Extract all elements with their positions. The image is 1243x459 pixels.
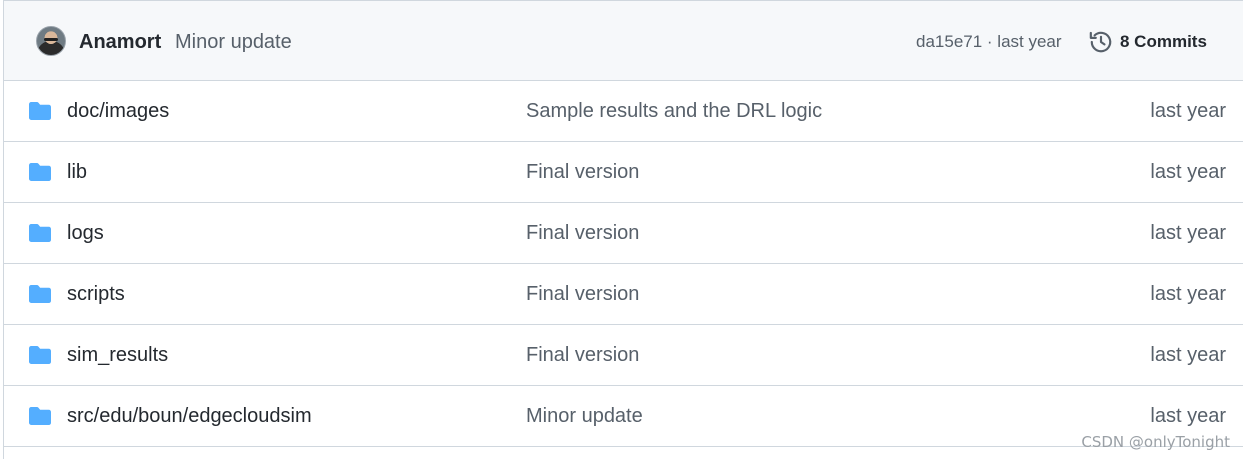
commits-count: 8 Commits [1120,32,1207,51]
folder-icon [28,101,52,121]
file-row[interactable]: lib Final version last year [4,142,1243,203]
file-commit-age: last year [1150,222,1226,244]
file-name-link[interactable]: src/edu/boun/edgecloudsim [67,404,312,428]
file-commit-message[interactable]: Final version [526,282,639,306]
file-list: doc/images Sample results and the DRL log… [4,81,1243,447]
latest-commit-bar: Anamort Minor update da15e71 · last year… [4,1,1243,81]
author-avatar[interactable] [36,26,66,56]
file-commit-message[interactable]: Minor update [526,404,643,428]
file-name-link[interactable]: sim_results [67,343,168,367]
commit-meta-separator: · [982,32,998,51]
file-row[interactable]: logs Final version last year [4,203,1243,264]
file-commit-message[interactable]: Final version [526,221,639,245]
file-commit-message[interactable]: Sample results and the DRL logic [526,99,822,123]
file-commit-age: last year [1150,283,1226,305]
commit-author[interactable]: Anamort [79,30,161,54]
file-commit-age: last year [1150,344,1226,366]
history-icon [1088,29,1114,55]
watermark-text: CSDN @onlyTonight [1081,433,1230,451]
file-commit-age: last year [1150,405,1226,427]
commit-hash[interactable]: da15e71 [916,32,982,51]
file-commit-message[interactable]: Final version [526,343,639,367]
commit-meta: da15e71 · last year [916,32,1062,52]
file-row[interactable]: sim_results Final version last year [4,325,1243,386]
file-name-link[interactable]: scripts [67,282,125,306]
file-commit-age: last year [1150,161,1226,183]
file-commit-message[interactable]: Final version [526,160,639,184]
folder-icon [28,345,52,365]
folder-icon [28,162,52,182]
file-name-link[interactable]: lib [67,160,87,184]
file-name-link[interactable]: doc/images [67,99,169,123]
file-row[interactable]: scripts Final version last year [4,264,1243,325]
file-name-link[interactable]: logs [67,221,104,245]
file-row[interactable]: doc/images Sample results and the DRL log… [4,81,1243,142]
folder-icon [28,284,52,304]
commits-link[interactable]: 8 Commits [1088,28,1207,56]
file-commit-age: last year [1150,100,1226,122]
file-row[interactable]: src/edu/boun/edgecloudsim Minor update las… [4,386,1243,447]
commit-time: last year [997,32,1062,51]
file-browser: Anamort Minor update da15e71 · last year… [3,0,1243,459]
folder-icon [28,223,52,243]
folder-icon [28,406,52,426]
commit-message[interactable]: Minor update [175,30,292,54]
